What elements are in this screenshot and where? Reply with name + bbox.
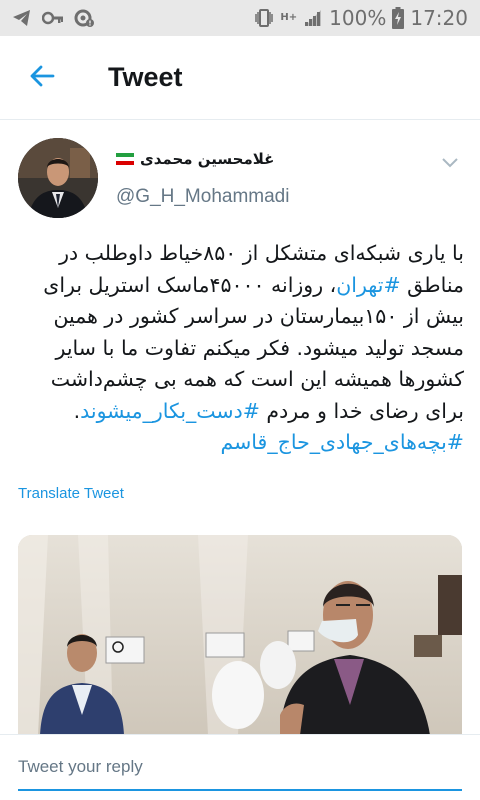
tweet-text: با یاری شبکه‌ای متشکل از ۸۵۰خیاط داوطلب … xyxy=(18,238,464,459)
telegram-icon xyxy=(12,9,32,27)
avatar[interactable] xyxy=(18,138,98,218)
hashtag-link[interactable]: #بچه‌های_جهادی_حاج_قاسم xyxy=(220,430,464,454)
settings-alert-icon xyxy=(74,8,94,28)
user-handle[interactable]: @G_H_Mohammadi xyxy=(116,186,289,208)
key-icon xyxy=(42,11,64,25)
hashtag-link[interactable]: #تهران xyxy=(336,273,400,297)
status-notifications xyxy=(12,8,94,28)
tweet-photo[interactable] xyxy=(18,535,462,735)
battery-charging-icon xyxy=(392,7,405,29)
status-bar: H+ 100% 17:20 xyxy=(0,0,480,36)
back-button[interactable] xyxy=(0,36,84,120)
reply-bar xyxy=(0,734,480,800)
clock-time: 17:20 xyxy=(410,6,468,30)
reply-input[interactable] xyxy=(18,751,462,791)
display-name[interactable]: غلامحسین محمدی xyxy=(140,150,274,168)
network-type-label: H+ xyxy=(280,12,298,23)
battery-percent: 100% xyxy=(329,6,387,30)
hashtag-link[interactable]: #دست_بکار_میشوند xyxy=(80,399,260,423)
signal-icon xyxy=(303,8,323,28)
tweet-author: غلامحسین محمدی @G_H_Mohammadi xyxy=(18,138,462,218)
vibrate-icon xyxy=(254,7,274,29)
chevron-down-icon xyxy=(442,153,458,172)
display-name-row: غلامحسین محمدی xyxy=(116,150,274,168)
app-header: Tweet xyxy=(0,36,480,120)
status-system: H+ 100% 17:20 xyxy=(254,6,468,30)
iran-flag-icon xyxy=(116,153,134,165)
page-title: Tweet xyxy=(108,62,183,92)
arrow-left-icon xyxy=(29,65,55,91)
translate-tweet-link[interactable]: Translate Tweet xyxy=(18,485,124,502)
tweet-options-button[interactable] xyxy=(438,150,462,174)
